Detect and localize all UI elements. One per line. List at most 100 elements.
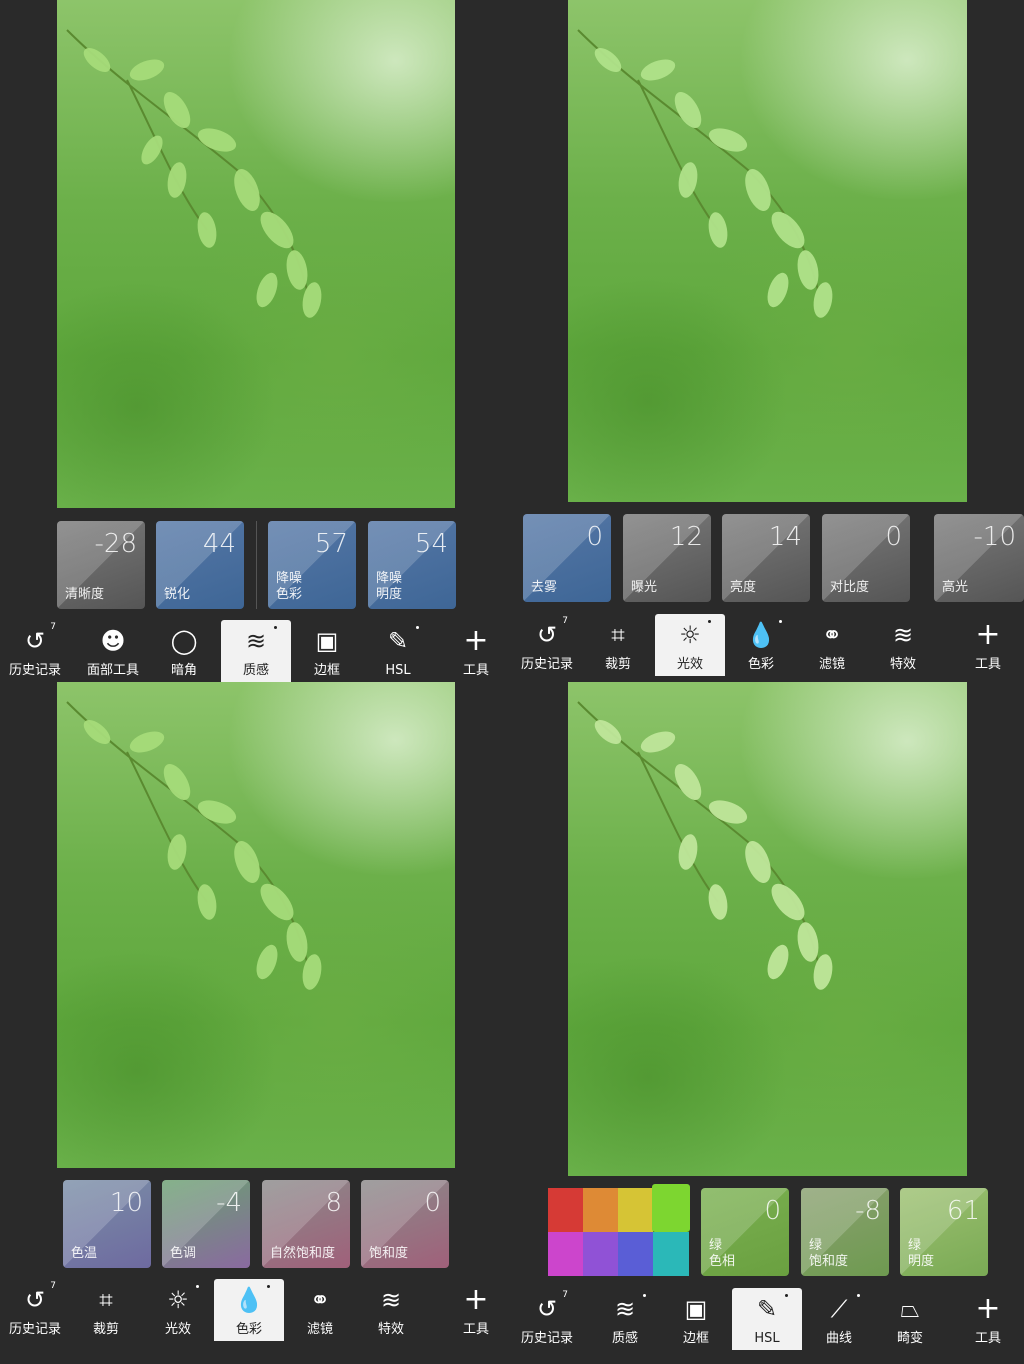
tool-add[interactable]: + 工具 [953, 1288, 1023, 1350]
card-label: 降噪 色彩 [276, 571, 303, 602]
temperature-card[interactable]: 10 色温 [63, 1180, 151, 1268]
history-count-badge: 7 [562, 616, 568, 626]
dehaze-card[interactable]: 0 去雾 [523, 514, 611, 602]
highlights-card[interactable]: -10 高光 [934, 514, 1024, 602]
tool-label: 光效 [164, 1322, 191, 1337]
card-value: 61 [946, 1196, 980, 1226]
tool-vignette[interactable]: ◯ 暗角 [149, 620, 219, 682]
card-label: 色调 [170, 1246, 197, 1261]
tool-hsl[interactable]: ✎ HSL [732, 1288, 802, 1350]
tool-texture[interactable]: ≋ 质感 [221, 620, 291, 682]
tool-label: 特效 [889, 657, 916, 672]
card-value: -10 [973, 522, 1016, 552]
dot-indicator [785, 1294, 788, 1297]
tool-label: 色彩 [235, 1322, 262, 1337]
swatch-yellow[interactable] [618, 1188, 653, 1232]
tool-crop[interactable]: ⌗ 裁剪 [71, 1279, 141, 1341]
panel-hsl: 0 绿 色相 -8 绿 饱和度 61 绿 明度 ↺ 7 历史记录 ≋ 质感 ▣ 边… [512, 682, 1024, 1364]
tool-light[interactable]: ☼ 光效 [143, 1279, 213, 1341]
card-value: 54 [414, 529, 448, 559]
card-label: 曝光 [631, 580, 658, 595]
tool-color[interactable]: 💧 色彩 [726, 614, 796, 676]
tool-add[interactable]: + 工具 [441, 620, 511, 682]
tool-label: 畸变 [896, 1331, 923, 1346]
green-luminance-card[interactable]: 61 绿 明度 [900, 1188, 988, 1276]
effects-icon: ≋ [380, 1286, 402, 1314]
swatch-blue[interactable] [618, 1232, 653, 1276]
card-label: 绿 饱和度 [809, 1238, 849, 1269]
tool-color[interactable]: 💧 色彩 [214, 1279, 284, 1341]
dot-indicator [857, 1294, 860, 1297]
history-icon: ↺ [536, 1295, 558, 1323]
hsl-icon: ✎ [387, 627, 409, 655]
green-saturation-card[interactable]: -8 绿 饱和度 [801, 1188, 889, 1276]
tool-label: 特效 [377, 1322, 404, 1337]
exposure-card[interactable]: 12 曝光 [623, 514, 711, 602]
tool-filter[interactable]: ⚭ 滤镜 [285, 1279, 355, 1341]
tool-texture[interactable]: ≋ 质感 [590, 1288, 660, 1350]
tool-history[interactable]: ↺ 7 历史记录 [512, 614, 582, 676]
tool-face[interactable]: ☻ 面部工具 [78, 620, 148, 682]
leaves-illustration [66, 29, 322, 318]
photo-preview [568, 682, 967, 1176]
swatch-magenta[interactable] [548, 1232, 583, 1276]
contrast-card[interactable]: 0 对比度 [822, 514, 910, 602]
tool-curve[interactable]: ⟋ 曲线 [804, 1288, 874, 1350]
tool-label: 历史记录 [520, 657, 573, 672]
tool-frame[interactable]: ▣ 边框 [661, 1288, 731, 1350]
divider [256, 521, 257, 609]
dot-indicator [274, 626, 277, 629]
panel-texture: -28 清晰度 44 锐化 57 降噪 色彩 54 降噪 明度 ↺ 7 历史记录 … [0, 0, 512, 682]
card-value: 0 [586, 522, 603, 552]
saturation-card[interactable]: 0 饱和度 [361, 1180, 449, 1268]
tool-distort[interactable]: ⏢ 畸变 [875, 1288, 945, 1350]
tool-label: 暗角 [170, 663, 197, 678]
photo-preview [57, 682, 455, 1168]
tool-hsl[interactable]: ✎ HSL [363, 620, 433, 682]
tool-filter[interactable]: ⚭ 滤镜 [797, 614, 867, 676]
tool-add[interactable]: + 工具 [441, 1279, 511, 1341]
card-value: -4 [216, 1188, 242, 1218]
swatch-red[interactable] [548, 1188, 583, 1232]
tool-add[interactable]: + 工具 [953, 614, 1023, 676]
green-hue-card[interactable]: 0 绿 色相 [701, 1188, 789, 1276]
swatch-orange[interactable] [583, 1188, 618, 1232]
tool-effects[interactable]: ≋ 特效 [356, 1279, 426, 1341]
noise-color-card[interactable]: 57 降噪 色彩 [268, 521, 356, 609]
tool-label: 曲线 [825, 1331, 852, 1346]
sun-icon: ☼ [679, 621, 701, 649]
card-label: 自然饱和度 [270, 1246, 336, 1261]
tool-label: 工具 [462, 1322, 489, 1337]
swatch-purple[interactable] [583, 1232, 618, 1276]
brightness-card[interactable]: 14 亮度 [722, 514, 810, 602]
tool-label: 工具 [974, 657, 1001, 672]
tool-label: 历史记录 [520, 1331, 573, 1346]
card-label: 锐化 [164, 587, 191, 602]
tool-light[interactable]: ☼ 光效 [655, 614, 725, 676]
swatch-cyan[interactable] [653, 1232, 689, 1276]
bottom-toolbar: ↺ 7 历史记录 ⌗ 裁剪 ☼ 光效 💧 色彩 ⚭ 滤镜 ≋ 特效 + 工具 [512, 614, 1024, 676]
clarity-card[interactable]: -28 清晰度 [57, 521, 145, 609]
sharpen-card[interactable]: 44 锐化 [156, 521, 244, 609]
card-value: 44 [202, 529, 236, 559]
distort-icon: ⏢ [900, 1295, 920, 1323]
tool-crop[interactable]: ⌗ 裁剪 [583, 614, 653, 676]
tool-history[interactable]: ↺ 7 历史记录 [512, 1288, 582, 1350]
dot-indicator [779, 620, 782, 623]
card-value: -28 [94, 529, 137, 559]
vibrance-card[interactable]: 8 自然饱和度 [262, 1180, 350, 1268]
panel-color: 10 色温 -4 色调 8 自然饱和度 0 饱和度 ↺ 7 历史记录 ⌗ 裁剪 ☼… [0, 682, 512, 1364]
card-value: 10 [109, 1188, 143, 1218]
noise-luma-card[interactable]: 54 降噪 明度 [368, 521, 456, 609]
tool-history[interactable]: ↺ 7 历史记录 [0, 620, 70, 682]
vignette-icon: ◯ [170, 627, 198, 655]
card-value: 0 [885, 522, 902, 552]
frame-icon: ▣ [684, 1295, 708, 1323]
tint-card[interactable]: -4 色调 [162, 1180, 250, 1268]
tool-effects[interactable]: ≋ 特效 [868, 614, 938, 676]
swatch-green-selected[interactable] [652, 1184, 690, 1232]
tool-label: HSL [754, 1331, 780, 1346]
card-label: 降噪 明度 [376, 571, 403, 602]
tool-history[interactable]: ↺ 7 历史记录 [0, 1279, 70, 1341]
tool-frame[interactable]: ▣ 边框 [292, 620, 362, 682]
